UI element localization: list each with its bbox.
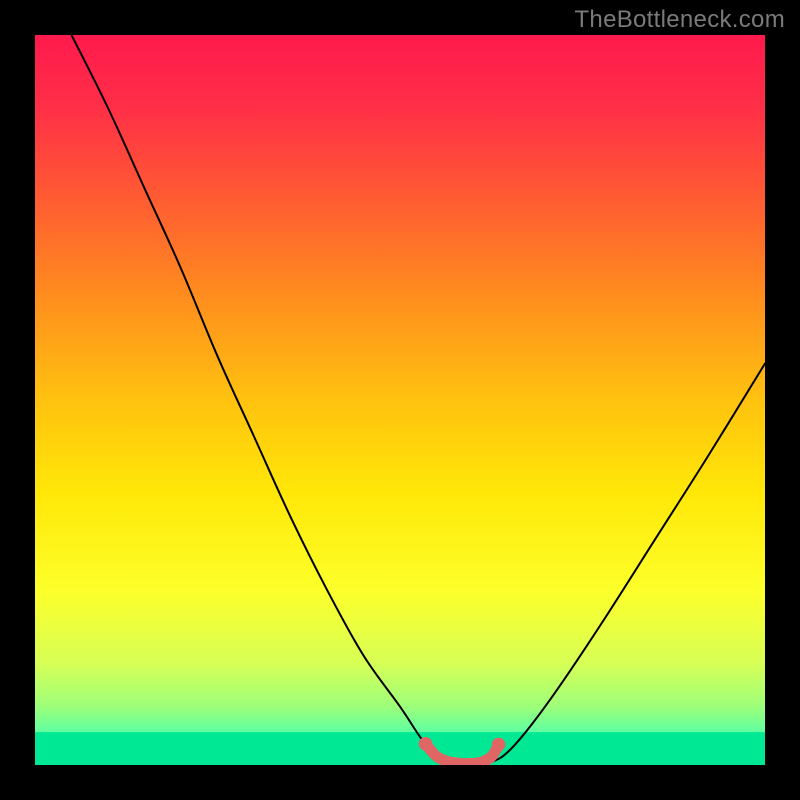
optimal-band (35, 732, 765, 765)
chart-svg (35, 35, 765, 765)
gradient-background (35, 35, 765, 765)
plot-area (35, 35, 765, 765)
chart-frame: TheBottleneck.com (0, 0, 800, 800)
watermark-text: TheBottleneck.com (574, 6, 785, 34)
highlight-endcap (492, 738, 506, 752)
highlight-endcap (419, 737, 433, 751)
